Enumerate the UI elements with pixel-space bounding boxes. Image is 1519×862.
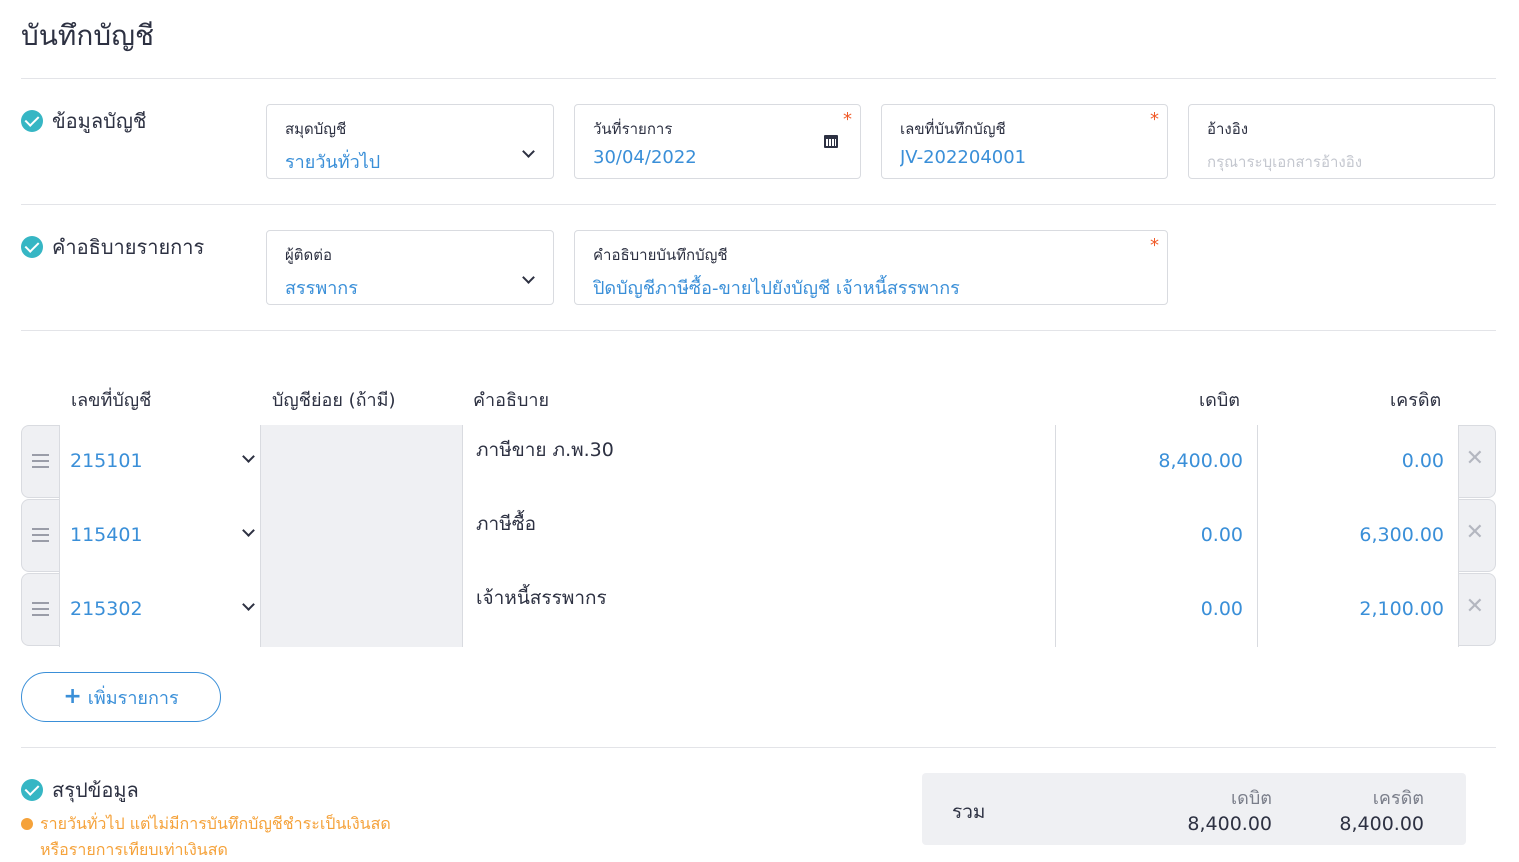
warning-message: รายวันทั่วไป แต่ไม่มีการบันทึกบัญชีชำระเ… — [21, 811, 391, 862]
divider — [21, 747, 1496, 748]
table-row: 215302 เจ้าหนี้สรรพากร 0.00 2,100.00 ✕ — [21, 573, 1496, 647]
required-mark: * — [1150, 235, 1159, 256]
warning-dot-icon — [21, 818, 33, 830]
add-row-label: เพิ่มรายการ — [87, 687, 179, 709]
description-cell[interactable]: เจ้าหนี้สรรพากร — [462, 573, 1056, 647]
description-cell[interactable]: ภาษีซื้อ — [462, 499, 1056, 573]
header-description: คำอธิบาย — [473, 390, 550, 411]
field-label: ผู้ติดต่อ — [285, 246, 333, 264]
sub-account-cell — [260, 573, 462, 647]
header-sub-account: บัญชีย่อย (ถ้ามี) — [272, 390, 396, 411]
header-debit: เดบิต — [1199, 390, 1240, 411]
field-label: สมุดบัญชี — [285, 120, 347, 138]
debit-cell[interactable]: 0.00 — [1055, 499, 1257, 573]
field-label: วันที่รายการ — [593, 120, 673, 138]
chevron-down-icon — [242, 598, 255, 611]
add-row-button[interactable]: + เพิ่มรายการ — [21, 672, 221, 722]
warning-line-1: รายวันทั่วไป แต่ไม่มีการบันทึกบัญชีชำระเ… — [40, 814, 391, 833]
warning-line-2: หรือรายการเทียบเท่าเงินสด — [40, 840, 228, 859]
page-title: บันทึกบัญชี — [21, 19, 154, 52]
field-value: สรรพากร — [285, 278, 358, 299]
debit-cell[interactable]: 0.00 — [1055, 573, 1257, 647]
transaction-date-field[interactable]: * วันที่รายการ 30/04/2022 — [574, 104, 861, 179]
field-value: JV-202204001 — [900, 147, 1027, 168]
debit-value: 0.00 — [1200, 524, 1243, 546]
check-circle-icon — [21, 110, 43, 132]
account-code: 115401 — [70, 524, 143, 546]
credit-cell[interactable]: 6,300.00 — [1257, 499, 1459, 573]
divider — [21, 204, 1496, 205]
section-description: คำอธิบายรายการ — [21, 231, 204, 263]
row-description: ภาษีซื้อ — [476, 513, 537, 535]
close-icon[interactable]: ✕ — [1466, 596, 1484, 618]
section-title: คำอธิบายรายการ — [52, 235, 205, 259]
required-mark: * — [843, 109, 852, 130]
field-label: เลขที่บันทึกบัญชี — [900, 120, 1006, 138]
reference-input[interactable]: อ้างอิง กรุณาระบุเอกสารอ้างอิง — [1188, 104, 1495, 179]
close-icon[interactable]: ✕ — [1466, 448, 1484, 470]
credit-value: 0.00 — [1401, 450, 1444, 472]
summary-credit-label: เครดิต — [1372, 788, 1424, 809]
journal-number-field[interactable]: * เลขที่บันทึกบัญชี JV-202204001 — [881, 104, 1168, 179]
credit-value: 6,300.00 — [1359, 524, 1444, 546]
section-summary: สรุปข้อมูล — [21, 774, 139, 806]
field-label: อ้างอิง — [1207, 120, 1249, 138]
field-label: คำอธิบายบันทึกบัญชี — [593, 246, 728, 264]
sub-account-cell — [260, 425, 462, 499]
summary-debit-total: 8,400.00 — [1187, 813, 1272, 835]
check-circle-icon — [21, 236, 43, 258]
debit-value: 8,400.00 — [1158, 450, 1243, 472]
field-value: ปิดบัญชีภาษีซื้อ-ขายไปยังบัญชี เจ้าหนี้ส… — [593, 278, 960, 299]
credit-cell[interactable]: 2,100.00 — [1257, 573, 1459, 647]
credit-cell[interactable]: 0.00 — [1257, 425, 1459, 499]
total-label: รวม — [952, 801, 986, 823]
section-title: ข้อมูลบัญชี — [52, 109, 147, 133]
row-description: เจ้าหนี้สรรพากร — [476, 587, 607, 609]
check-circle-icon — [21, 779, 43, 801]
debit-value: 0.00 — [1200, 598, 1243, 620]
chevron-down-icon — [242, 450, 255, 463]
journal-description-field[interactable]: * คำอธิบายบันทึกบัญชี ปิดบัญชีภาษีซื้อ-ข… — [574, 230, 1168, 305]
field-value: รายวันทั่วไป — [285, 152, 381, 173]
account-code: 215101 — [70, 450, 143, 472]
field-placeholder: กรุณาระบุเอกสารอ้างอิง — [1207, 153, 1363, 171]
required-mark: * — [1150, 109, 1159, 130]
summary-debit-label: เดบิต — [1231, 788, 1272, 809]
account-select[interactable]: 215101 — [59, 425, 261, 499]
account-code: 215302 — [70, 598, 143, 620]
plus-icon: + — [63, 684, 82, 709]
close-icon[interactable]: ✕ — [1466, 522, 1484, 544]
row-description: ภาษีขาย ภ.พ.30 — [476, 439, 614, 461]
chevron-down-icon — [242, 524, 255, 537]
sub-account-cell — [260, 499, 462, 573]
account-select[interactable]: 115401 — [59, 499, 261, 573]
drag-handle-icon[interactable] — [32, 454, 49, 468]
table-row: 215101 ภาษีขาย ภ.พ.30 8,400.00 0.00 ✕ — [21, 425, 1496, 499]
header-credit: เครดิต — [1390, 390, 1442, 411]
section-account-info: ข้อมูลบัญชี — [21, 105, 146, 137]
debit-cell[interactable]: 8,400.00 — [1055, 425, 1257, 499]
divider — [21, 78, 1496, 79]
summary-totals: รวม เดบิต เครดิต 8,400.00 8,400.00 — [922, 773, 1466, 845]
journal-book-select[interactable]: สมุดบัญชี รายวันทั่วไป — [266, 104, 554, 179]
contact-select[interactable]: ผู้ติดต่อ สรรพากร — [266, 230, 554, 305]
drag-handle-icon[interactable] — [32, 602, 49, 616]
description-cell[interactable]: ภาษีขาย ภ.พ.30 — [462, 425, 1056, 499]
header-account-no: เลขที่บัญชี — [71, 390, 152, 411]
summary-credit-total: 8,400.00 — [1339, 813, 1424, 835]
credit-value: 2,100.00 — [1359, 598, 1444, 620]
section-title: สรุปข้อมูล — [52, 778, 139, 802]
drag-handle-icon[interactable] — [32, 528, 49, 542]
table-row: 115401 ภาษีซื้อ 0.00 6,300.00 ✕ — [21, 499, 1496, 573]
account-select[interactable]: 215302 — [59, 573, 261, 647]
field-value: 30/04/2022 — [593, 147, 697, 168]
divider — [21, 330, 1496, 331]
calendar-icon[interactable] — [824, 135, 838, 148]
